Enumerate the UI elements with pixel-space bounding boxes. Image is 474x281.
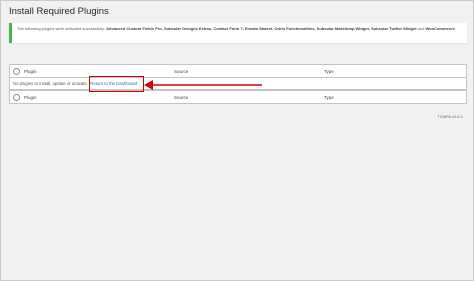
empty-message-text: No plugins to install, update or activat…	[13, 81, 89, 86]
highlight-box	[89, 76, 144, 92]
select-all-checkbox[interactable]	[13, 68, 20, 75]
notice-and: and	[417, 26, 425, 31]
column-type[interactable]: Type	[324, 69, 334, 74]
success-notice: The following plugins were activated suc…	[9, 23, 467, 43]
page-title: Install Required Plugins	[9, 6, 109, 17]
notice-prefix: The following plugins were activated suc…	[17, 26, 106, 31]
select-all-checkbox-footer[interactable]	[13, 94, 20, 101]
annotation-arrow-icon	[144, 80, 262, 90]
plugins-table-header: Plugin Source Type	[9, 64, 467, 78]
activated-plugins-list: Advanced Custom Fields Pro, Subsolar Des…	[106, 26, 417, 31]
plugins-table-footer: Plugin Source Type	[9, 90, 467, 104]
activated-plugin-last: WooCommerce	[425, 26, 455, 31]
column-source[interactable]: Source	[174, 69, 188, 74]
column-plugin-footer[interactable]: Plugin	[24, 95, 37, 100]
tgmpa-version: TGMPA v2.6.1	[437, 114, 463, 119]
plugin-install-screen: Install Required Plugins The following p…	[0, 0, 474, 281]
column-type-footer[interactable]: Type	[324, 95, 334, 100]
column-source-footer[interactable]: Source	[174, 95, 188, 100]
column-plugin[interactable]: Plugin	[24, 69, 37, 74]
